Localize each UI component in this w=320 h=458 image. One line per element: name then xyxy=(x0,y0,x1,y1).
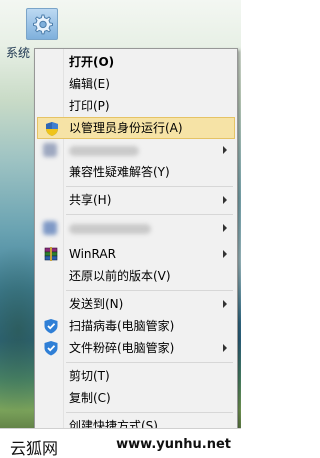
menu-item-cut[interactable]: 剪切(T) xyxy=(37,365,235,387)
redacted-text xyxy=(69,223,151,234)
blurred-app-icon xyxy=(43,221,57,235)
menu-item-restore-previous[interactable]: 还原以前的版本(V) xyxy=(37,265,235,287)
menu-item-label: 编辑(E) xyxy=(69,77,110,91)
menu-separator xyxy=(66,186,233,187)
submenu-arrow-icon xyxy=(223,344,227,352)
winrar-books-icon xyxy=(43,246,59,262)
desktop-shortcut-label: 系统 xyxy=(6,46,31,60)
menu-item-label: 文件粉碎(电脑管家) xyxy=(69,341,175,355)
context-menu: 打开(O) 编辑(E) 打印(P) 以管理员身份运行(A) 兼容性疑难解答(Y)… xyxy=(34,48,238,458)
menu-separator xyxy=(66,214,233,215)
menu-item-label: 以管理员身份运行(A) xyxy=(69,121,183,135)
menu-item-label: 兼容性疑难解答(Y) xyxy=(69,165,170,179)
pc-manager-shield-icon xyxy=(43,318,59,334)
submenu-arrow-icon xyxy=(223,300,227,308)
submenu-arrow-icon xyxy=(223,250,227,258)
menu-item-copy[interactable]: 复制(C) xyxy=(37,387,235,409)
menu-item-blurred[interactable] xyxy=(37,139,235,161)
menu-item-print[interactable]: 打印(P) xyxy=(37,95,235,117)
menu-item-run-as-admin[interactable]: 以管理员身份运行(A) xyxy=(37,117,235,139)
menu-item-label: 复制(C) xyxy=(69,391,111,405)
menu-item-label xyxy=(69,139,139,161)
blurred-app-icon xyxy=(43,143,57,157)
settings-gear-icon xyxy=(26,8,58,40)
menu-item-label: 还原以前的版本(V) xyxy=(69,269,171,283)
menu-item-winrar[interactable]: WinRAR xyxy=(37,243,235,265)
menu-item-open[interactable]: 打开(O) xyxy=(37,51,235,73)
submenu-arrow-icon xyxy=(223,146,227,154)
menu-separator xyxy=(66,290,233,291)
menu-item-label: 发送到(N) xyxy=(69,297,124,311)
menu-separator xyxy=(66,362,233,363)
watermark-site-url: www.yunhu.net xyxy=(116,437,231,452)
menu-item-scan-virus[interactable]: 扫描病毒(电脑管家) xyxy=(37,315,235,337)
desktop: 系统 打开(O) 编辑(E) 打印(P) 以管理员身份运行(A) 兼容性疑难解答… xyxy=(0,0,241,458)
submenu-arrow-icon xyxy=(223,196,227,204)
watermark-site-name: 云狐网 xyxy=(10,439,59,458)
menu-item-label: 剪切(T) xyxy=(69,369,110,383)
menu-item-edit[interactable]: 编辑(E) xyxy=(37,73,235,95)
menu-item-label: 打开(O) xyxy=(69,55,115,69)
watermark-bar: 云狐网 www.yunhu.net xyxy=(0,428,241,458)
menu-separator xyxy=(66,412,233,413)
menu-item-send-to[interactable]: 发送到(N) xyxy=(37,293,235,315)
menu-item-label: 打印(P) xyxy=(69,99,110,113)
menu-item-compat-troubleshoot[interactable]: 兼容性疑难解答(Y) xyxy=(37,161,235,183)
menu-item-label xyxy=(69,217,151,239)
uac-shield-icon xyxy=(44,121,60,137)
menu-item-label: 共享(H) xyxy=(69,193,112,207)
menu-item-file-shred[interactable]: 文件粉碎(电脑管家) xyxy=(37,337,235,359)
menu-item-blurred[interactable] xyxy=(37,217,235,239)
pc-manager-shield-icon xyxy=(43,340,59,356)
redacted-text xyxy=(69,145,139,156)
menu-item-label: WinRAR xyxy=(69,247,116,261)
submenu-arrow-icon xyxy=(223,224,227,232)
menu-item-label: 扫描病毒(电脑管家) xyxy=(69,319,175,333)
menu-item-share[interactable]: 共享(H) xyxy=(37,189,235,211)
